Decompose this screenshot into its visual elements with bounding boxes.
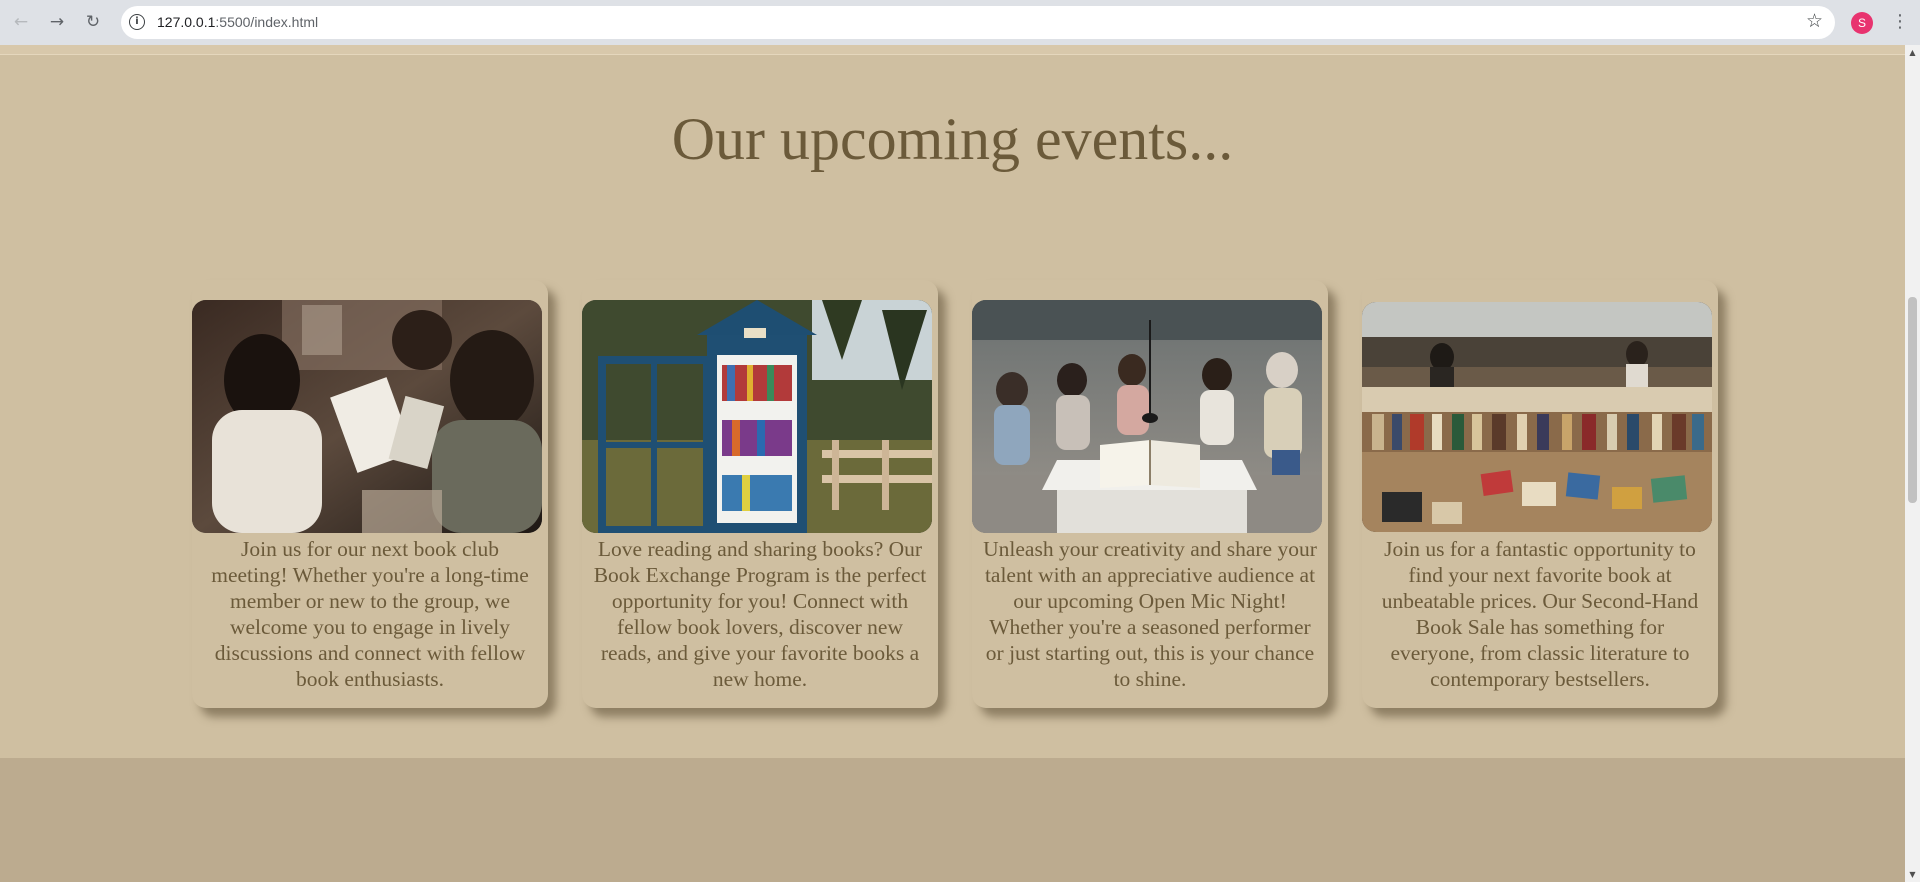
open-mic-photo bbox=[972, 300, 1322, 533]
event-description: Love reading and sharing books? Our Book… bbox=[593, 537, 927, 691]
event-card-book-club: Join us for our next book club meeting! … bbox=[192, 280, 548, 708]
next-section-band bbox=[0, 758, 1905, 882]
scrollbar-thumb[interactable] bbox=[1908, 297, 1917, 503]
book-club-photo bbox=[192, 300, 542, 533]
url-path: :5500/index.html bbox=[215, 14, 319, 30]
profile-avatar[interactable]: S bbox=[1851, 12, 1873, 34]
url-text[interactable]: 127.0.0.1:5500/index.html bbox=[157, 6, 318, 39]
book-exchange-photo bbox=[582, 300, 932, 533]
event-card-open-mic: Unleash your creativity and share your t… bbox=[972, 280, 1328, 708]
scroll-up-icon[interactable]: ▲ bbox=[1905, 45, 1920, 60]
book-sale-photo bbox=[1362, 302, 1712, 532]
page-scrollbar[interactable]: ▲ ▼ bbox=[1905, 45, 1920, 882]
page-viewport: Our upcoming events... Join us for our n… bbox=[0, 45, 1905, 882]
event-description: Join us for our next book club meeting! … bbox=[211, 537, 529, 691]
browser-toolbar: ← → ↻ i 127.0.0.1:5500/index.html ☆ S ⋮ bbox=[0, 0, 1920, 45]
bookmark-star-icon[interactable]: ☆ bbox=[1806, 10, 1823, 32]
event-description: Join us for a fantastic opportunity to f… bbox=[1381, 537, 1699, 691]
browser-menu-icon[interactable]: ⋮ bbox=[1891, 10, 1909, 34]
reload-button[interactable]: ↻ bbox=[80, 9, 106, 35]
site-info-icon[interactable]: i bbox=[129, 14, 145, 30]
url-host: 127.0.0.1 bbox=[157, 14, 216, 30]
forward-button[interactable]: → bbox=[44, 9, 70, 35]
scroll-down-icon[interactable]: ▼ bbox=[1905, 867, 1920, 882]
event-card-book-sale: Join us for a fantastic opportunity to f… bbox=[1362, 280, 1718, 708]
address-bar[interactable]: i 127.0.0.1:5500/index.html ☆ bbox=[121, 6, 1835, 39]
event-description: Unleash your creativity and share your t… bbox=[983, 537, 1317, 691]
back-button[interactable]: ← bbox=[8, 9, 34, 35]
event-card-book-exchange: Love reading and sharing books? Our Book… bbox=[582, 280, 938, 708]
events-section-title: Our upcoming events... bbox=[671, 106, 1234, 172]
section-divider bbox=[0, 45, 1905, 55]
